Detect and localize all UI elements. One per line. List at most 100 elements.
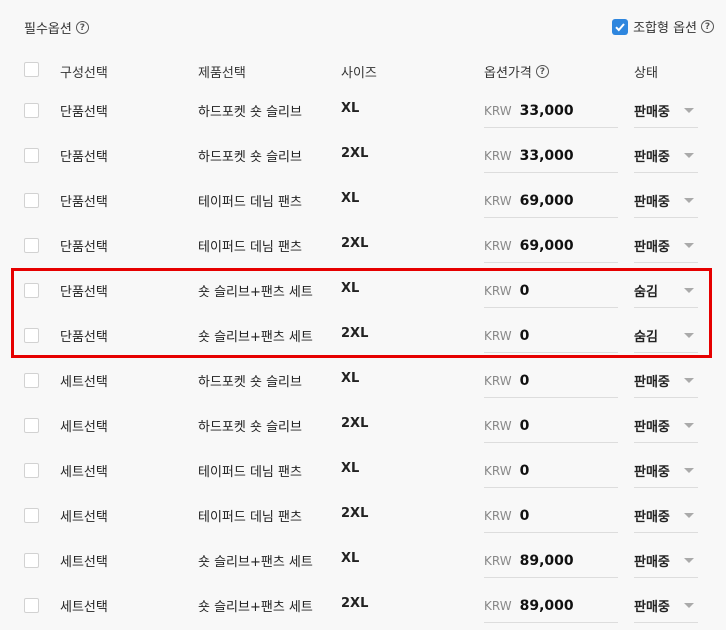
chevron-down-icon[interactable] (684, 558, 694, 563)
column-status: 상태 (634, 66, 658, 81)
status-select[interactable]: 판매중 (634, 544, 698, 578)
row-checkbox[interactable] (24, 103, 39, 118)
row-checkbox[interactable] (24, 238, 39, 253)
price-input[interactable]: KRW 0 (484, 364, 618, 398)
chevron-down-icon[interactable] (684, 243, 694, 248)
price-input[interactable]: KRW 69,000 (484, 184, 618, 218)
row-checkbox[interactable] (24, 373, 39, 388)
price-value[interactable]: 69,000 (520, 193, 574, 209)
select-all-checkbox[interactable] (24, 62, 39, 77)
currency-label: KRW (484, 553, 512, 568)
size-cell: 2XL (341, 326, 369, 341)
price-value[interactable]: 33,000 (520, 148, 574, 164)
row-checkbox[interactable] (24, 148, 39, 163)
row-checkbox[interactable] (24, 328, 39, 343)
price-input[interactable]: KRW 89,000 (484, 589, 618, 623)
status-value: 판매중 (634, 150, 670, 165)
product-cell: 숏 슬리브+팬츠 세트 (198, 555, 313, 570)
combo-option-label: 조합형 옵션 (633, 21, 697, 36)
size-cell: XL (341, 461, 360, 476)
status-select[interactable]: 판매중 (634, 409, 698, 443)
column-size: 사이즈 (341, 66, 377, 81)
compose-cell: 세트선택 (60, 375, 108, 390)
table-row: 단품선택 숏 슬리브+팬츠 세트 2XL KRW 0 숨김 (0, 313, 726, 358)
chevron-down-icon[interactable] (684, 423, 694, 428)
row-checkbox[interactable] (24, 463, 39, 478)
row-checkbox[interactable] (24, 193, 39, 208)
status-select[interactable]: 판매중 (634, 139, 698, 173)
price-value[interactable]: 89,000 (520, 598, 574, 614)
price-value[interactable]: 0 (520, 373, 530, 389)
size-cell: XL (341, 371, 360, 386)
status-value: 판매중 (634, 105, 670, 120)
price-value[interactable]: 0 (520, 508, 530, 524)
chevron-down-icon[interactable] (684, 153, 694, 158)
chevron-down-icon[interactable] (684, 288, 694, 293)
chevron-down-icon[interactable] (684, 603, 694, 608)
row-checkbox[interactable] (24, 283, 39, 298)
price-value[interactable]: 69,000 (520, 238, 574, 254)
status-select[interactable]: 판매중 (634, 184, 698, 218)
chevron-down-icon[interactable] (684, 333, 694, 338)
status-select[interactable]: 판매중 (634, 364, 698, 398)
status-value: 판매중 (634, 465, 670, 480)
status-select[interactable]: 판매중 (634, 454, 698, 488)
product-cell: 숏 슬리브+팬츠 세트 (198, 600, 313, 615)
currency-label: KRW (484, 328, 512, 343)
price-input[interactable]: KRW 69,000 (484, 229, 618, 263)
help-icon[interactable]: ? (701, 20, 714, 33)
status-value: 판매중 (634, 510, 670, 525)
product-cell: 하드포켓 숏 슬리브 (198, 420, 302, 435)
status-value: 판매중 (634, 375, 670, 390)
price-value[interactable]: 0 (520, 463, 530, 479)
price-input[interactable]: KRW 33,000 (484, 139, 618, 173)
price-value[interactable]: 0 (520, 328, 530, 344)
size-cell: 2XL (341, 506, 369, 521)
price-value[interactable]: 33,000 (520, 103, 574, 119)
size-cell: XL (341, 551, 360, 566)
compose-cell: 단품선택 (60, 330, 108, 345)
row-checkbox[interactable] (24, 508, 39, 523)
price-input[interactable]: KRW 0 (484, 319, 618, 353)
currency-label: KRW (484, 463, 512, 478)
chevron-down-icon[interactable] (684, 108, 694, 113)
compose-cell: 세트선택 (60, 555, 108, 570)
chevron-down-icon[interactable] (684, 378, 694, 383)
status-select[interactable]: 숨김 (634, 274, 698, 308)
table-row: 세트선택 하드포켓 숏 슬리브 XL KRW 0 판매중 (0, 358, 726, 403)
checkbox-checked-icon[interactable] (612, 18, 629, 35)
price-value[interactable]: 89,000 (520, 553, 574, 569)
product-cell: 테이퍼드 데님 팬츠 (198, 465, 302, 480)
price-input[interactable]: KRW 0 (484, 274, 618, 308)
price-input[interactable]: KRW 0 (484, 409, 618, 443)
compose-cell: 세트선택 (60, 465, 108, 480)
status-value: 판매중 (634, 195, 670, 210)
size-cell: XL (341, 101, 360, 116)
product-cell: 테이퍼드 데님 팬츠 (198, 240, 302, 255)
chevron-down-icon[interactable] (684, 468, 694, 473)
price-input[interactable]: KRW 0 (484, 454, 618, 488)
status-select[interactable]: 판매중 (634, 94, 698, 128)
currency-label: KRW (484, 283, 512, 298)
row-checkbox[interactable] (24, 418, 39, 433)
status-value: 판매중 (634, 555, 670, 570)
help-icon[interactable]: ? (535, 65, 549, 78)
row-checkbox[interactable] (24, 553, 39, 568)
status-select[interactable]: 판매중 (634, 229, 698, 263)
status-select[interactable]: 판매중 (634, 499, 698, 533)
price-input[interactable]: KRW 33,000 (484, 94, 618, 128)
chevron-down-icon[interactable] (684, 513, 694, 518)
table-row: 세트선택 숏 슬리브+팬츠 세트 2XL KRW 89,000 판매중 (0, 583, 726, 628)
status-select[interactable]: 숨김 (634, 319, 698, 353)
price-value[interactable]: 0 (520, 418, 530, 434)
table-row: 단품선택 하드포켓 숏 슬리브 XL KRW 33,000 판매중 (0, 88, 726, 133)
price-input[interactable]: KRW 0 (484, 499, 618, 533)
combo-option-toggle[interactable]: 조합형 옵션 ? (612, 17, 714, 36)
status-select[interactable]: 판매중 (634, 589, 698, 623)
size-cell: 2XL (341, 146, 369, 161)
price-input[interactable]: KRW 89,000 (484, 544, 618, 578)
price-value[interactable]: 0 (520, 283, 530, 299)
row-checkbox[interactable] (24, 598, 39, 613)
help-icon[interactable]: ? (75, 21, 89, 34)
chevron-down-icon[interactable] (684, 198, 694, 203)
